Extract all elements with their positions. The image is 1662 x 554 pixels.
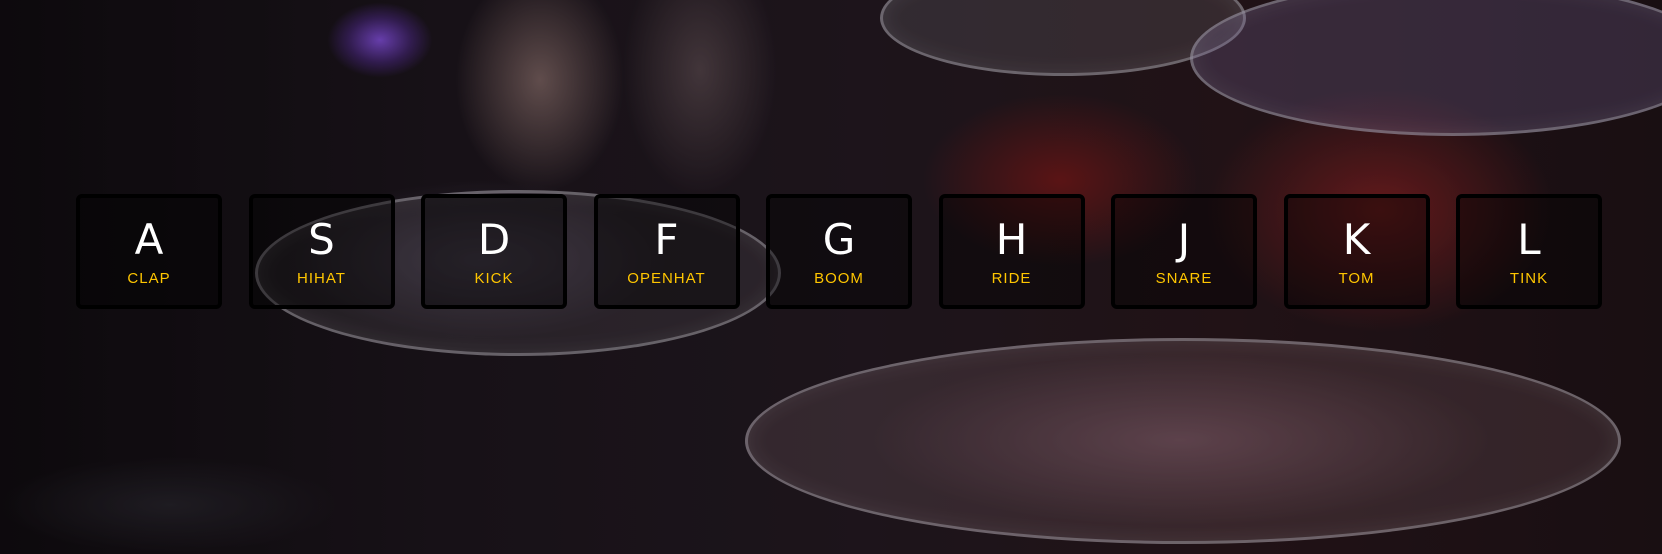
key-sound-label: SNARE (1155, 270, 1213, 287)
key-sound-label: TINK (1509, 270, 1549, 287)
key-letter: D (477, 215, 511, 264)
key-sound-label: CLAP (127, 270, 171, 287)
key-sound-label: OPENHAT (627, 270, 706, 287)
key-l[interactable]: L TINK (1456, 194, 1602, 309)
key-h[interactable]: H RIDE (938, 194, 1085, 309)
key-sound-label: TOM (1338, 270, 1375, 287)
key-sound-label: KICK (474, 270, 514, 287)
key-f[interactable]: F OPENHAT (593, 194, 740, 309)
key-k[interactable]: K TOM (1283, 194, 1430, 309)
drum-keys: A CLAP S HIHAT D KICK F OPENHAT G BOOM H… (76, 194, 1602, 309)
key-letter: S (308, 215, 335, 264)
key-g[interactable]: G BOOM (766, 194, 912, 309)
key-letter: G (822, 215, 856, 264)
key-letter: J (1177, 215, 1191, 264)
key-s[interactable]: S HIHAT (248, 194, 395, 309)
key-sound-label: RIDE (991, 270, 1032, 287)
key-a[interactable]: A CLAP (76, 194, 222, 309)
key-sound-label: HIHAT (297, 270, 346, 287)
key-letter: K (1342, 215, 1371, 264)
key-sound-label: BOOM (814, 270, 864, 287)
key-letter: H (995, 215, 1028, 264)
key-d[interactable]: D KICK (421, 194, 567, 309)
key-j[interactable]: J SNARE (1111, 194, 1257, 309)
key-letter: A (134, 215, 164, 264)
key-letter: L (1517, 215, 1541, 264)
key-letter: F (654, 215, 679, 264)
